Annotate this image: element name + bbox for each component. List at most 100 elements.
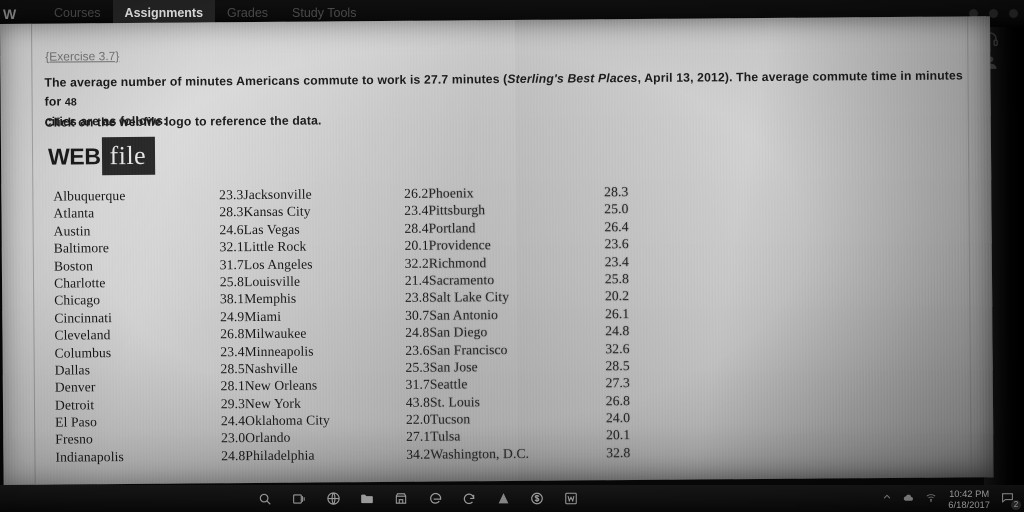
commute-minutes-value: 24.8 (221, 447, 246, 464)
table-row: Nashville 25.3 (245, 360, 430, 379)
table-row: San Diego 24.8 (429, 323, 629, 342)
commute-minutes-value: 28.5 (605, 357, 630, 374)
commute-minutes-value: 34.2 (406, 446, 431, 462)
city-name: Detroit (54, 396, 95, 413)
photographed-screen: W Courses Assignments Grades Study Tools… (0, 0, 1024, 512)
table-row: Kansas City 23.4 (243, 203, 428, 222)
city-name: Little Rock (243, 238, 307, 255)
city-name: Jacksonville (243, 186, 312, 203)
table-row: Cleveland 26.8 (54, 326, 244, 345)
commute-minutes-value: 27.3 (605, 375, 630, 391)
page-margin-rule (30, 23, 36, 485)
commute-minutes-value: 29.3 (220, 395, 246, 411)
commute-minutes-value: 28.1 (220, 378, 245, 394)
table-row: Jacksonville 26.2 (243, 186, 428, 205)
table-row: Indianapolis 24.8 (55, 448, 245, 467)
city-name: New York (244, 395, 301, 411)
adobe-reader-icon[interactable] (486, 486, 520, 511)
table-row: Chicago 38.1 (54, 291, 244, 310)
table-row: Orlando 27.1 (245, 429, 430, 448)
clock-time: 10:42 PM (949, 487, 990, 499)
notifications-icon[interactable]: 2 (1000, 491, 1021, 510)
city-name: Orlando (245, 430, 291, 446)
city-name: Salt Lake City (429, 289, 510, 305)
table-row: Atlanta 28.3 (53, 204, 243, 223)
table-row: Milwaukee 24.8 (244, 325, 429, 344)
commute-minutes-value: 25.8 (219, 274, 245, 290)
commute-minutes-value: 23.4 (604, 253, 629, 269)
table-row: New York 43.8 (245, 394, 430, 413)
window-control-dot[interactable] (989, 9, 998, 18)
commute-minutes-value: 27.1 (405, 429, 431, 445)
window-control-dot[interactable] (1009, 9, 1018, 18)
show-hidden-icons-chevron[interactable] (881, 492, 893, 505)
table-row: Louisville 21.4 (244, 273, 429, 292)
site-logo[interactable]: W (0, 6, 42, 22)
system-tray: 10:42 PM 6/18/2017 2 (881, 485, 1021, 512)
onedrive-icon[interactable] (901, 492, 916, 506)
search-icon[interactable] (248, 486, 282, 511)
commute-minutes-value: 23.4 (404, 203, 429, 219)
wifi-icon[interactable] (924, 492, 938, 506)
clock-date: 6/18/2017 (948, 498, 990, 510)
word-icon[interactable] (554, 486, 588, 511)
table-row: Oklahoma City 22.0 (245, 412, 430, 431)
notification-count-badge: 2 (1011, 499, 1021, 510)
commute-minutes-value: 26.8 (220, 326, 245, 342)
commute-minutes-value: 32.8 (606, 444, 631, 461)
table-row: Baltimore 32.1 (54, 239, 244, 258)
store-icon[interactable] (384, 486, 418, 511)
commute-minutes-value: 23.6 (405, 342, 430, 358)
sync-icon[interactable] (452, 486, 486, 511)
table-row: Sacramento 25.8 (429, 271, 629, 290)
citation-title: Sterling's Best Places (507, 70, 638, 87)
city-name: Memphis (244, 291, 297, 307)
city-name: Chicago (54, 292, 101, 308)
table-row: Tulsa 20.1 (430, 428, 630, 447)
city-name: Tulsa (430, 428, 461, 445)
webfile-word-mark: WEB (47, 142, 101, 170)
table-row: Miami 30.7 (244, 307, 429, 326)
table-column-3: Phoenix 28.3 Pittsburgh 25.0 Portland 26.4 Pro… (428, 184, 630, 464)
table-row: San Jose 28.5 (430, 358, 630, 377)
city-name: Providence (428, 237, 491, 253)
city-name: Kansas City (243, 203, 311, 220)
ebook-page: {Exercise 3.7} The average number of min… (0, 16, 994, 485)
commute-minutes-value: 23.4 (220, 343, 245, 359)
city-name: Columbus (54, 344, 112, 361)
city-name: Sacramento (428, 272, 495, 288)
edge-icon[interactable] (418, 486, 452, 511)
commute-minutes-value: 25.3 (405, 359, 430, 375)
city-name: Pittsburgh (428, 202, 486, 219)
table-row: San Francisco 32.6 (430, 341, 630, 360)
table-column-1: Albuquerque 23.3 Atlanta 28.3 Austin 24.6 Balt… (53, 187, 245, 467)
table-row: Phoenix 28.3 (428, 184, 628, 203)
commute-minutes-value: 20.1 (605, 427, 631, 443)
exercise-link[interactable]: {Exercise 3.7} (45, 49, 119, 64)
file-explorer-icon[interactable] (350, 486, 384, 511)
city-name: Atlanta (53, 205, 95, 221)
table-row: Portland 26.4 (429, 219, 629, 238)
city-name: Indianapolis (55, 448, 124, 465)
city-name: Boston (53, 257, 94, 274)
webfile-logo[interactable]: WEB file (47, 136, 156, 176)
city-name: Cleveland (54, 327, 111, 343)
city-name: Los Angeles (243, 256, 313, 272)
taskbar-clock[interactable]: 10:42 PM 6/18/2017 (946, 488, 992, 510)
table-row: Seattle 27.3 (430, 375, 630, 394)
city-name: St. Louis (429, 393, 481, 410)
commute-minutes-value: 31.7 (405, 376, 430, 393)
city-name: San Antonio (429, 306, 499, 323)
city-name: Nashville (244, 360, 298, 376)
table-row: Denver 28.1 (55, 378, 245, 397)
table-row: Minneapolis 23.6 (245, 342, 430, 361)
money-app-icon[interactable] (520, 486, 554, 511)
commute-minutes-value: 26.4 (604, 218, 629, 235)
task-view-icon[interactable] (282, 486, 316, 511)
city-name: Portland (428, 220, 476, 236)
table-row: St. Louis 26.8 (430, 393, 630, 412)
table-row: Salt Lake City 20.2 (429, 288, 629, 307)
commute-minutes-value: 23.6 (604, 236, 629, 252)
browser-icon[interactable] (316, 486, 350, 511)
intro-text-a: The average number of minutes Americans … (44, 72, 508, 90)
